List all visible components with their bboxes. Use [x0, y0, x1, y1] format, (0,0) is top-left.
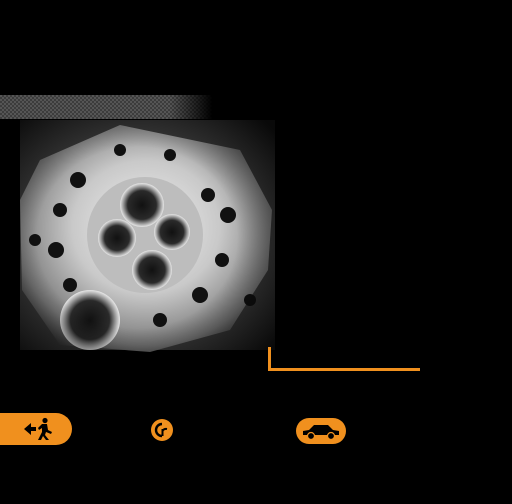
car-icon: [303, 425, 339, 441]
orange-frame-bracket: [268, 347, 420, 371]
engine-cylinder-head-image: [20, 120, 280, 355]
checkered-header-bar: [0, 95, 212, 119]
exit-running-man-icon: [24, 417, 52, 440]
exit-button[interactable]: [0, 413, 72, 445]
credits-cr-icon: [154, 422, 168, 438]
car-button[interactable]: [296, 418, 346, 444]
credits-button[interactable]: [151, 419, 173, 441]
